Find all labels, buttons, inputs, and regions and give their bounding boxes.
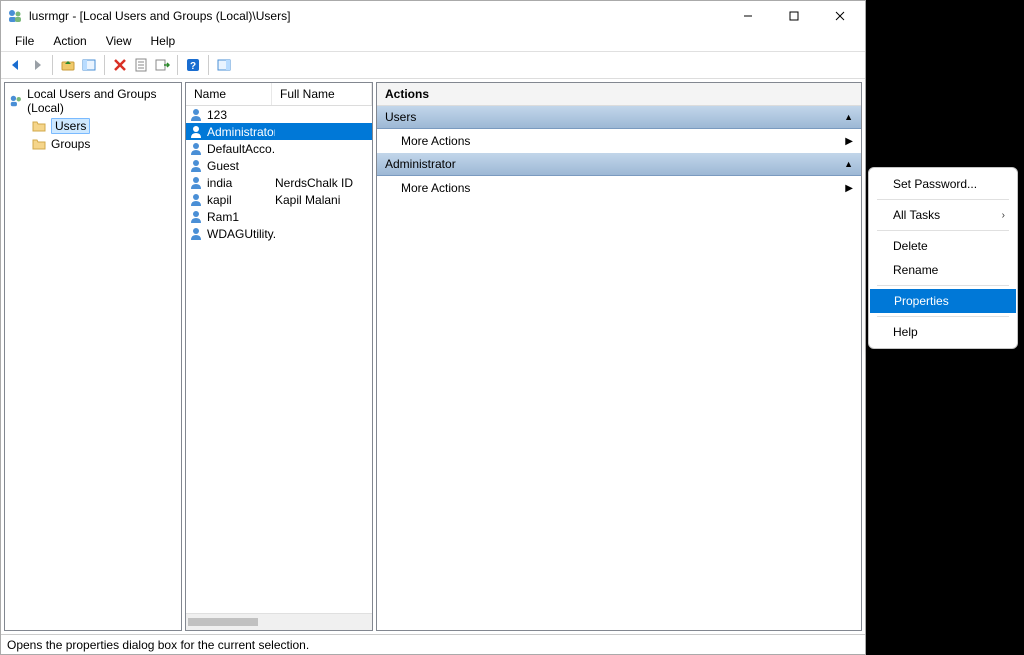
properties-icon[interactable] xyxy=(132,56,150,74)
show-hide-action-pane-icon[interactable] xyxy=(215,56,233,74)
collapse-icon: ▲ xyxy=(844,112,853,122)
users-groups-icon xyxy=(9,93,23,109)
main-window: lusrmgr - [Local Users and Groups (Local… xyxy=(0,0,866,655)
list-cell-name: india xyxy=(207,176,275,190)
list-cell-name: DefaultAcco... xyxy=(207,142,275,156)
list-row[interactable]: Ram1 xyxy=(186,208,372,225)
forward-button[interactable] xyxy=(28,56,46,74)
delete-icon[interactable] xyxy=(111,56,129,74)
list-row[interactable]: kapilKapil Malani xyxy=(186,191,372,208)
menu-help[interactable]: Help xyxy=(143,32,184,50)
context-menu: Set Password... All Tasks › Delete Renam… xyxy=(868,167,1018,349)
list-cell-name: Ram1 xyxy=(207,210,275,224)
ctx-help[interactable]: Help xyxy=(869,320,1017,344)
menu-action[interactable]: Action xyxy=(45,32,94,50)
users-list: Name Full Name 123 Administrator DefaultAc… xyxy=(185,82,373,631)
submenu-arrow-icon: ▶ xyxy=(845,136,853,147)
user-icon xyxy=(188,124,204,140)
list-row[interactable]: WDAGUtility... xyxy=(186,225,372,242)
toolbar: ? xyxy=(1,51,865,79)
list-row[interactable]: Guest xyxy=(186,157,372,174)
list-cell-name: 123 xyxy=(207,108,275,122)
maximize-button[interactable] xyxy=(771,1,817,31)
status-bar: Opens the properties dialog box for the … xyxy=(1,634,865,654)
folder-icon xyxy=(31,136,47,152)
tree-item-label: Groups xyxy=(51,137,90,151)
submenu-arrow-icon: › xyxy=(1002,210,1005,221)
menubar: File Action View Help xyxy=(1,31,865,51)
list-cell-fullname: Kapil Malani xyxy=(275,193,372,207)
user-icon xyxy=(188,175,204,191)
actions-section-administrator[interactable]: Administrator ▲ xyxy=(377,153,861,176)
user-icon xyxy=(188,158,204,174)
more-actions-admin[interactable]: More Actions ▶ xyxy=(377,176,861,200)
list-cell-fullname: NerdsChalk ID xyxy=(275,176,372,190)
nav-tree: Local Users and Groups (Local) Users Gro… xyxy=(4,82,182,631)
actions-section-users[interactable]: Users ▲ xyxy=(377,106,861,129)
collapse-icon: ▲ xyxy=(844,159,853,169)
close-button[interactable] xyxy=(817,1,863,31)
list-cell-name: WDAGUtility... xyxy=(207,227,275,241)
list-row[interactable]: 123 xyxy=(186,106,372,123)
list-header: Name Full Name xyxy=(186,83,372,106)
tree-item-groups[interactable]: Groups xyxy=(9,135,177,153)
user-icon xyxy=(188,192,204,208)
app-icon xyxy=(7,8,23,24)
ctx-properties[interactable]: Properties xyxy=(870,289,1016,313)
show-hide-console-icon[interactable] xyxy=(80,56,98,74)
workarea: Local Users and Groups (Local) Users Gro… xyxy=(1,79,865,634)
tree-root-label: Local Users and Groups (Local) xyxy=(27,87,177,115)
list-cell-name: Guest xyxy=(207,159,275,173)
titlebar: lusrmgr - [Local Users and Groups (Local… xyxy=(1,1,865,31)
ctx-all-tasks[interactable]: All Tasks › xyxy=(869,203,1017,227)
list-row[interactable]: DefaultAcco... xyxy=(186,140,372,157)
folder-up-icon[interactable] xyxy=(59,56,77,74)
menu-file[interactable]: File xyxy=(7,32,42,50)
column-fullname[interactable]: Full Name xyxy=(272,83,372,105)
svg-text:?: ? xyxy=(190,61,196,72)
tree-root[interactable]: Local Users and Groups (Local) xyxy=(9,85,177,117)
list-cell-name: kapil xyxy=(207,193,275,207)
actions-pane: Actions Users ▲ More Actions ▶ Administr… xyxy=(376,82,862,631)
minimize-button[interactable] xyxy=(725,1,771,31)
help-icon[interactable]: ? xyxy=(184,56,202,74)
menu-view[interactable]: View xyxy=(98,32,140,50)
submenu-arrow-icon: ▶ xyxy=(845,183,853,194)
list-cell-name: Administrator xyxy=(207,125,275,139)
horizontal-scrollbar[interactable] xyxy=(186,613,372,630)
list-row[interactable]: indiaNerdsChalk ID xyxy=(186,174,372,191)
ctx-set-password[interactable]: Set Password... xyxy=(869,172,1017,196)
user-icon xyxy=(188,107,204,123)
tree-item-users[interactable]: Users xyxy=(9,117,177,135)
tree-item-label: Users xyxy=(51,118,90,134)
ctx-rename[interactable]: Rename xyxy=(869,258,1017,282)
more-actions-users[interactable]: More Actions ▶ xyxy=(377,129,861,153)
ctx-delete[interactable]: Delete xyxy=(869,234,1017,258)
user-icon xyxy=(188,226,204,242)
export-icon[interactable] xyxy=(153,56,171,74)
window-title: lusrmgr - [Local Users and Groups (Local… xyxy=(29,9,725,23)
back-button[interactable] xyxy=(7,56,25,74)
list-row[interactable]: Administrator xyxy=(186,123,372,140)
user-icon xyxy=(188,209,204,225)
column-name[interactable]: Name xyxy=(186,83,272,105)
user-icon xyxy=(188,141,204,157)
folder-icon xyxy=(31,118,47,134)
actions-header: Actions xyxy=(377,83,861,106)
